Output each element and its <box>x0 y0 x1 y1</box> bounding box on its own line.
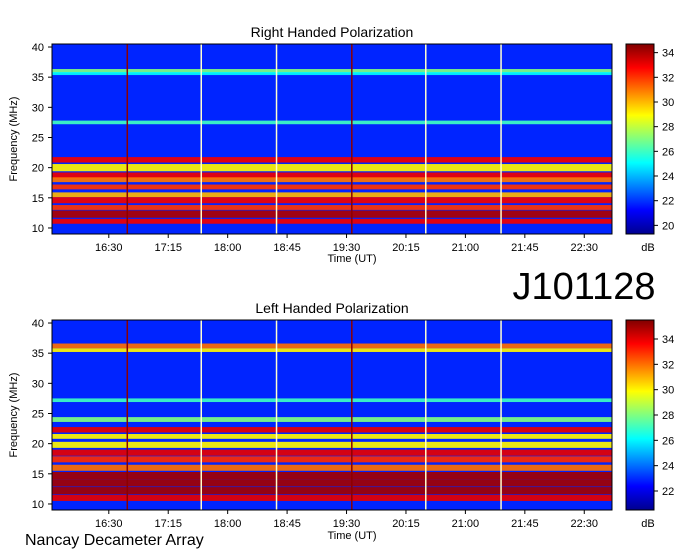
x-axis-label: Time (UT) <box>327 530 376 542</box>
x-axis-label: Time (UT) <box>327 253 376 265</box>
emission-band <box>52 472 612 480</box>
spectrogram-figure: Right Handed Polarization 10 15 20 25 30 35 40 1… <box>8 24 674 549</box>
colorbar-tick-label: 26 <box>662 435 674 447</box>
colorbar-tick-label: 22 <box>662 486 674 498</box>
x-tick-label: 18:45 <box>273 242 301 254</box>
emission-band <box>52 479 612 487</box>
x-tick-label: 22:30 <box>570 518 598 530</box>
x-tick-label: 21:00 <box>452 518 480 530</box>
y-tick-label: 15 <box>32 193 44 205</box>
emission-band <box>52 177 612 183</box>
emission-band <box>52 427 612 433</box>
x-tick-label: 17:15 <box>154 518 182 530</box>
x-tick-label: 21:45 <box>511 518 539 530</box>
y-tick-label: 20 <box>32 439 44 451</box>
emission-band <box>52 164 612 172</box>
emission-band <box>52 157 612 163</box>
y-tick-label: 25 <box>32 408 44 420</box>
x-tick-label: 21:00 <box>452 242 480 254</box>
colorbar-unit: dB <box>641 518 654 530</box>
x-tick-label: 16:30 <box>95 518 123 530</box>
x-tick-label: 20:15 <box>392 242 420 254</box>
emission-band <box>52 120 612 125</box>
y-tick-label: 35 <box>32 348 44 360</box>
emission-band <box>52 487 612 495</box>
emission-band <box>52 456 612 463</box>
source-label: J101128 <box>513 266 656 308</box>
x-tick-label: 22:30 <box>570 242 598 254</box>
chart-title: Left Handed Polarization <box>255 300 408 316</box>
emission-band <box>52 464 612 471</box>
y-tick-label: 40 <box>32 42 44 54</box>
y-tick-label: 35 <box>32 72 44 84</box>
y-axis-label: Frequency (MHz) <box>8 373 20 458</box>
colorbar-tick-label: 34 <box>662 334 674 346</box>
x-tick-label: 19:30 <box>333 518 361 530</box>
emission-band <box>52 192 612 198</box>
emission-band <box>52 210 612 218</box>
x-tick-label: 18:00 <box>214 518 242 530</box>
colorbar-tick-label: 30 <box>662 97 674 109</box>
x-tick-label: 16:30 <box>95 242 123 254</box>
x-tick-label: 18:45 <box>273 518 301 530</box>
emission-band <box>52 398 612 403</box>
emission-band <box>52 417 612 422</box>
colorbar <box>625 319 655 511</box>
left-polarization-panel: Left Handed Polarization 10 15 20 25 30 35 40 16… <box>8 300 674 542</box>
emission-band <box>52 72 612 76</box>
y-tick-label: 30 <box>32 378 44 390</box>
footer-label: Nancay Decameter Array <box>25 532 204 549</box>
y-tick-label: 25 <box>32 132 44 144</box>
x-tick-label: 17:15 <box>154 242 182 254</box>
y-axis-label: Frequency (MHz) <box>8 97 20 182</box>
x-tick-label: 18:00 <box>214 242 242 254</box>
colorbar-tick-label: 26 <box>662 146 674 158</box>
right-polarization-panel: Right Handed Polarization 10 15 20 25 30 35 40 1… <box>8 24 674 265</box>
emission-band <box>52 205 612 210</box>
y-tick-label: 30 <box>32 102 44 114</box>
emission-band <box>52 441 612 448</box>
emission-band <box>52 184 612 190</box>
emission-band <box>52 449 612 456</box>
colorbar-unit: dB <box>641 242 654 254</box>
colorbar-tick-label: 22 <box>662 196 674 208</box>
colorbar-tick-label: 32 <box>662 359 674 371</box>
colorbar <box>625 43 655 235</box>
emission-band <box>52 197 612 204</box>
colorbar-tick-label: 34 <box>662 48 674 60</box>
emission-band <box>52 494 612 501</box>
colorbar-tick-label: 24 <box>662 461 674 473</box>
emission-band <box>52 348 612 352</box>
colorbar-tick-label: 24 <box>662 171 674 183</box>
colorbar-tick-label: 28 <box>662 122 674 134</box>
emission-band <box>52 434 612 439</box>
x-tick-label: 20:15 <box>392 518 420 530</box>
emission-band <box>52 343 612 349</box>
colorbar-tick-label: 28 <box>662 410 674 422</box>
chart-title: Right Handed Polarization <box>251 24 414 40</box>
y-tick-label: 40 <box>32 318 44 330</box>
y-tick-label: 20 <box>32 163 44 175</box>
y-tick-label: 10 <box>32 499 44 511</box>
colorbar-tick-label: 20 <box>662 220 674 232</box>
emission-band <box>52 218 612 224</box>
colorbar-tick-label: 32 <box>662 72 674 84</box>
y-tick-label: 10 <box>32 223 44 235</box>
y-tick-label: 15 <box>32 469 44 481</box>
colorbar-tick-label: 30 <box>662 385 674 397</box>
x-tick-label: 21:45 <box>511 242 539 254</box>
